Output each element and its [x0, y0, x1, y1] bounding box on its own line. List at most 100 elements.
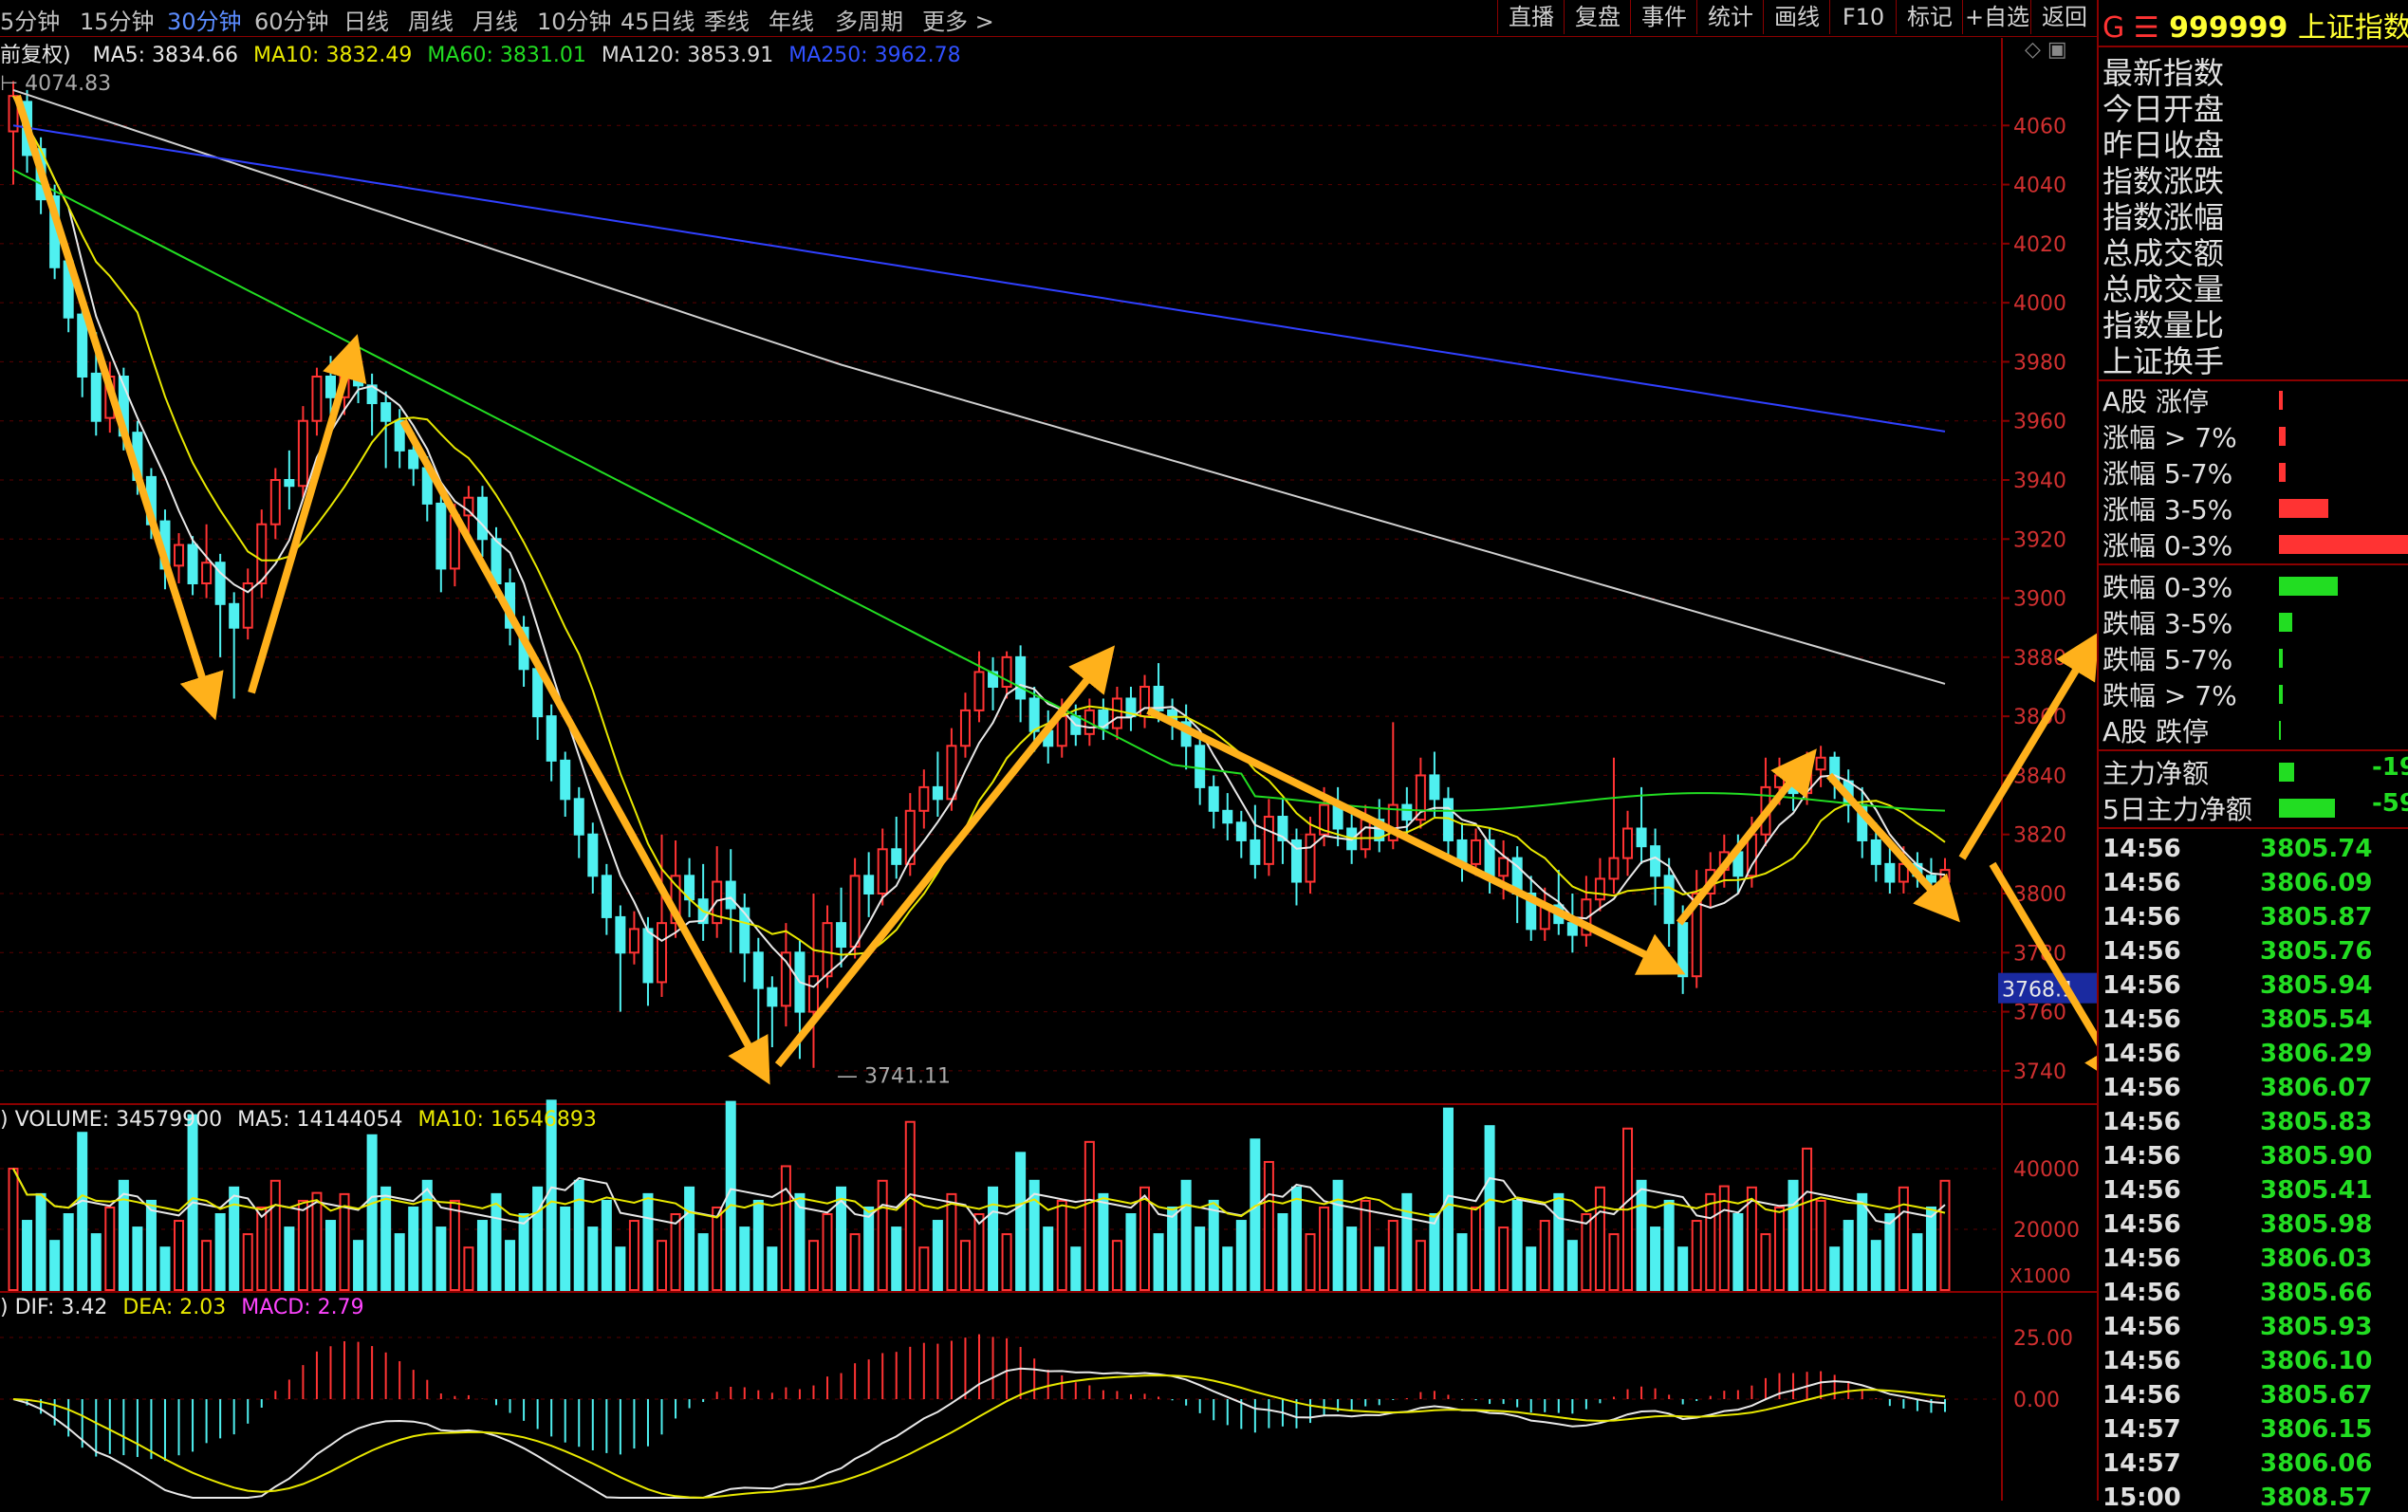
volume-bar [822, 1213, 833, 1291]
tick-price: 3805.94 [2260, 971, 2373, 1000]
candle-body [269, 479, 281, 526]
volume-bar [1374, 1246, 1385, 1291]
volume-bar [1539, 1220, 1550, 1292]
volume-bar [518, 1213, 529, 1291]
volume-bar [22, 1220, 33, 1292]
up-stat-bar [2279, 391, 2283, 410]
candle-body [435, 502, 447, 570]
ma-label: MA250: 3962.78 [788, 44, 961, 67]
volume-bar [1802, 1147, 1813, 1291]
up-stat-bar [2279, 535, 2408, 554]
tick-price: 3805.87 [2260, 903, 2373, 931]
volume-bar [1912, 1233, 1923, 1291]
volume-bar [1815, 1199, 1826, 1292]
volume-bar [1898, 1186, 1909, 1291]
up-stat-label: 涨幅 5-7% [2102, 458, 2233, 489]
tick-time: 15:00 [2102, 1484, 2181, 1512]
volume-bar [1732, 1213, 1744, 1291]
volume-bar [767, 1246, 778, 1291]
candle-body [918, 785, 930, 812]
quote-header: G ☰ 999999 上证指数 [2102, 4, 2408, 46]
tick-time: 14:56 [2102, 1040, 2181, 1068]
panel-icons[interactable]: ◇ ▣ [2025, 38, 2067, 62]
volume-bar [587, 1226, 599, 1291]
tick-time: 14:56 [2102, 1210, 2181, 1239]
volume-bar [891, 1226, 902, 1291]
volume-bar [63, 1213, 74, 1291]
volume-bar [1125, 1213, 1137, 1291]
candle-body [642, 928, 654, 984]
volume-bar [1484, 1125, 1495, 1291]
volume-bar [505, 1240, 516, 1292]
tick-price: 3805.67 [2260, 1381, 2373, 1410]
volume-bar [1277, 1213, 1288, 1291]
volume-bar [959, 1240, 971, 1292]
volume-bar [1511, 1199, 1523, 1292]
candle-body [201, 562, 213, 585]
ma-label: MA120: 3853.91 [601, 44, 774, 67]
up-stat-label: 涨幅 0-3% [2102, 530, 2233, 562]
volume-bar [1111, 1240, 1122, 1292]
candle-body [353, 366, 364, 387]
candle-body [324, 376, 336, 398]
volume-bar [1442, 1107, 1454, 1292]
tick-price: 3805.98 [2260, 1210, 2373, 1239]
down-stat-label: 跌幅 3-5% [2102, 608, 2233, 639]
volume-bar [532, 1186, 544, 1291]
volume-bar [1471, 1206, 1482, 1291]
down-stat-label: 跌幅 > 7% [2102, 680, 2237, 711]
volume-bar [324, 1220, 336, 1292]
volume-bar [366, 1134, 378, 1292]
macd-tick-label: 25.00 [2013, 1327, 2073, 1351]
candle-body [739, 907, 750, 954]
candle-body [90, 372, 102, 422]
volume-bar [284, 1226, 295, 1291]
trend-arrow [1146, 707, 1686, 975]
down-stat-label: A股 跌停 [2102, 716, 2210, 747]
volume-bar [90, 1233, 102, 1291]
candle-body [1222, 809, 1233, 824]
volume-label: MA10: 16546893 [417, 1108, 597, 1132]
volume-bar [174, 1220, 185, 1292]
candle-body [77, 313, 88, 378]
down-stat-bar [2279, 685, 2283, 704]
volume-bar [256, 1206, 268, 1291]
volume-bar [1250, 1138, 1261, 1292]
tick-time: 14:56 [2102, 1279, 2181, 1307]
candle-body [1594, 877, 1605, 901]
price-tick-label: 3760 [2013, 1002, 2066, 1025]
volume-unit: X1000 [2010, 1264, 2071, 1287]
volume-bar [1691, 1220, 1702, 1292]
price-tick-label: 4000 [2013, 292, 2066, 316]
macd-label: MACD: 2.79 [241, 1296, 364, 1319]
volume-bar [1180, 1179, 1192, 1292]
tick-price: 3805.93 [2260, 1313, 2373, 1341]
volume-bar [1939, 1179, 1951, 1292]
candle-body [1360, 819, 1371, 851]
volume-bar [491, 1192, 502, 1292]
volume-bar [145, 1199, 157, 1292]
volume-bar [1235, 1220, 1247, 1292]
header-prefix[interactable]: G ☰ [2102, 11, 2159, 45]
candle-body [1884, 862, 1896, 883]
volume-bar [946, 1192, 957, 1292]
tick-time: 14:56 [2102, 869, 2181, 897]
volume-bar [1070, 1246, 1082, 1291]
candle-body [877, 848, 888, 894]
tick-time: 14:56 [2102, 1074, 2181, 1102]
volume-bar [573, 1179, 584, 1292]
volume-bar [1332, 1179, 1343, 1292]
candle-body [628, 928, 639, 954]
tick-time: 14:56 [2102, 835, 2181, 863]
candle-body [174, 544, 185, 567]
tick-price: 3805.66 [2260, 1279, 2373, 1307]
volume-bar [353, 1240, 364, 1292]
volume-legend: ) VOLUME: 34579900 MA5: 14144054 MA10: 165… [0, 1108, 612, 1132]
candle-body [408, 449, 419, 470]
tick-price: 3805.76 [2260, 937, 2373, 966]
trend-arrow [399, 418, 770, 1085]
ma250-line [12, 124, 1946, 433]
volume-bar [1870, 1240, 1881, 1292]
volume-bar [670, 1213, 681, 1291]
up-stat-bar [2279, 499, 2328, 518]
